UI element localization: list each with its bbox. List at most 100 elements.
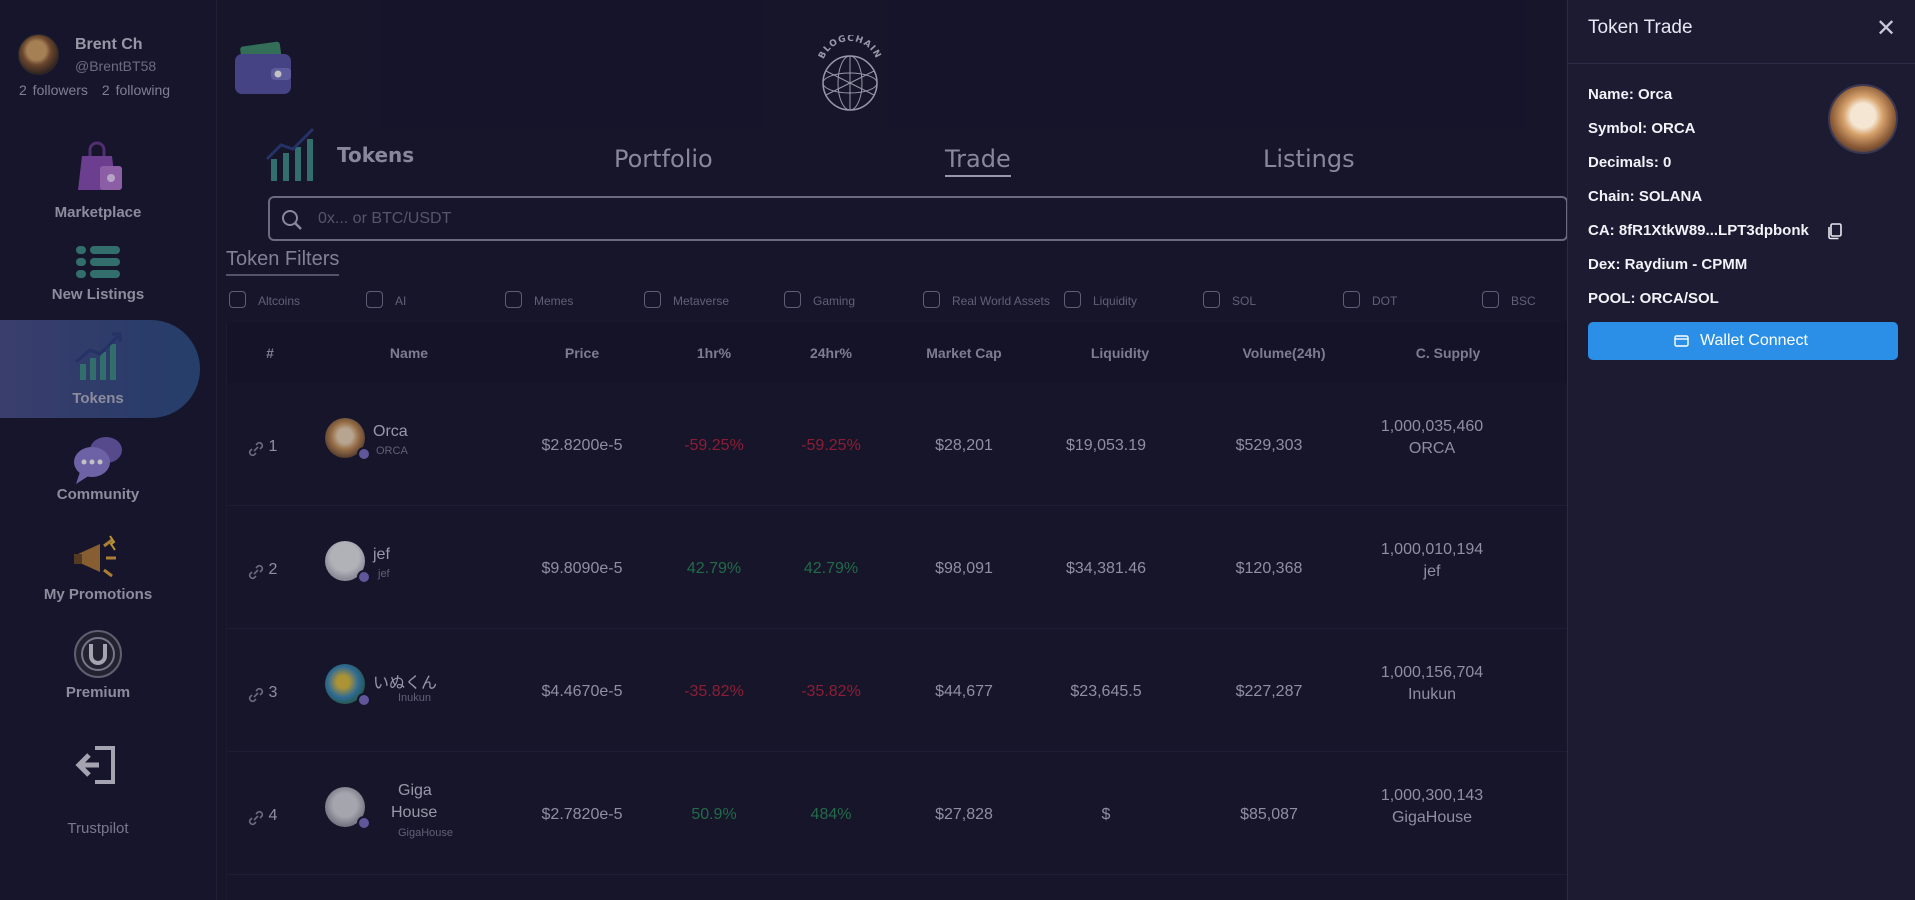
sidebar-item-community[interactable]: Community — [0, 432, 200, 524]
token-name[interactable]: Giga — [398, 782, 432, 800]
sidebar-item-premium[interactable]: Premium — [0, 628, 200, 720]
wallet-logo-icon[interactable] — [233, 40, 295, 96]
sidebar-item-label: My Promotions — [43, 586, 153, 603]
globe-logo-icon[interactable]: BLOGCHAIN — [810, 35, 890, 115]
column-header-name[interactable]: Name — [390, 345, 428, 361]
profile-name: Brent Ch — [75, 36, 143, 53]
change-1hr-cell: -35.82% — [684, 683, 744, 700]
sidebar: Brent Ch @BrentBT58 2 followers 2 followi… — [0, 0, 217, 900]
sidebar-item-label: Marketplace — [54, 204, 142, 221]
token-symbol-info: Symbol: ORCA — [1588, 120, 1696, 137]
column-header-rank[interactable]: # — [266, 345, 274, 361]
token-name[interactable]: jef — [373, 546, 390, 564]
tab-portfolio[interactable]: Portfolio — [614, 145, 713, 173]
checkbox[interactable] — [229, 291, 246, 308]
market-cap-cell: $44,677 — [935, 683, 993, 700]
liquidity-cell: $19,053.19 — [1065, 437, 1147, 454]
column-header-market-cap[interactable]: Market Cap — [926, 345, 1001, 361]
column-header-24hr[interactable]: 24hr% — [810, 345, 852, 361]
checkbox[interactable] — [1203, 291, 1220, 308]
chart-icon — [75, 332, 122, 380]
search-input[interactable] — [318, 204, 1518, 234]
checkbox[interactable] — [366, 291, 383, 308]
sidebar-item-my-promotions[interactable]: My Promotions — [0, 528, 200, 620]
token-symbol: GigaHouse — [398, 827, 454, 839]
checkbox[interactable] — [1343, 291, 1360, 308]
token-name-info: Name: Orca — [1588, 86, 1673, 103]
supply-cell: 1,000,156,704 Inukun — [1381, 662, 1483, 706]
avatar[interactable] — [18, 34, 59, 75]
column-header-volume[interactable]: Volume(24h) — [1243, 345, 1326, 361]
token-name[interactable]: Orca — [373, 423, 408, 441]
close-icon[interactable]: ✕ — [1871, 15, 1901, 45]
liquidity-cell: $34,381.46 — [1065, 560, 1147, 577]
rank-cell: 4 — [268, 807, 278, 824]
token-decimals-info: Decimals: 0 — [1588, 154, 1672, 171]
tab-trade[interactable]: Trade — [945, 145, 1011, 177]
filter-label: SOL — [1232, 294, 1257, 308]
token-name[interactable]: House — [391, 804, 437, 822]
filter-label: Real World Assets — [952, 294, 1050, 308]
panel-title: Token Trade — [1588, 17, 1693, 38]
sidebar-item-label: New Listings — [51, 286, 145, 303]
link-icon[interactable] — [247, 686, 265, 704]
column-header-1hr[interactable]: 1hr% — [697, 345, 731, 361]
tab-tokens[interactable]: Tokens — [337, 143, 414, 167]
search-bar[interactable] — [268, 196, 1568, 241]
market-cap-cell: $28,201 — [935, 437, 993, 454]
token-symbol: Inukun — [398, 692, 432, 704]
volume-cell: $120,368 — [1235, 560, 1303, 577]
link-icon[interactable] — [247, 563, 265, 581]
following-count[interactable]: 2 following — [102, 82, 170, 98]
copy-icon[interactable] — [1826, 222, 1844, 240]
supply-amount: 1,000,156,704 — [1380, 664, 1484, 681]
panel-header: Token Trade ✕ — [1568, 0, 1915, 64]
sidebar-item-trustpilot[interactable]: Trustpilot — [0, 742, 200, 837]
filter-label: Memes — [534, 294, 574, 308]
logout-icon — [75, 746, 115, 784]
filter-label: Altcoins — [258, 294, 301, 308]
token-symbol: ORCA — [376, 445, 408, 457]
wallet-connect-button[interactable]: Wallet Connect — [1588, 322, 1898, 360]
sidebar-item-tokens[interactable]: Tokens — [0, 320, 200, 418]
liquidity-cell: $ — [1101, 806, 1111, 823]
supply-cell: 1,000,300,143 GigaHouse — [1381, 785, 1483, 829]
wallet-icon — [1674, 335, 1689, 347]
market-cap-cell: $98,091 — [935, 560, 993, 577]
supply-unit: jef — [1423, 563, 1441, 580]
checkbox[interactable] — [1064, 291, 1081, 308]
solana-chain-icon — [357, 693, 371, 707]
filter-label: DOT — [1372, 294, 1398, 308]
supply-cell: 1,000,035,460 ORCA — [1381, 416, 1483, 460]
supply-amount: 1,000,010,194 — [1380, 541, 1484, 558]
column-header-supply[interactable]: C. Supply — [1416, 345, 1481, 361]
tab-listings[interactable]: Listings — [1263, 145, 1355, 173]
supply-unit: GigaHouse — [1391, 809, 1473, 826]
price-cell: $9.8090e-5 — [541, 560, 623, 577]
table-row[interactable]: 1 Orca ORCA $2.8200e-5 -59.25% -59.25% $… — [227, 383, 1567, 506]
column-header-liquidity[interactable]: Liquidity — [1091, 345, 1149, 361]
checkbox[interactable] — [923, 291, 940, 308]
volume-cell: $529,303 — [1235, 437, 1303, 454]
wallet-connect-label: Wallet Connect — [1700, 332, 1808, 349]
sidebar-item-label: Trustpilot — [67, 820, 129, 837]
sidebar-item-marketplace[interactable]: Marketplace — [0, 138, 200, 230]
link-icon[interactable] — [247, 440, 265, 458]
column-header-price[interactable]: Price — [565, 345, 599, 361]
chat-bubbles-icon — [74, 437, 122, 484]
link-icon[interactable] — [247, 809, 265, 827]
sidebar-item-label: Community — [56, 486, 140, 503]
table-row[interactable]: 2 jef jef $9.8090e-5 42.79% 42.79% $98,0… — [227, 506, 1567, 629]
table-row[interactable]: 4 Giga House GigaHouse $2.7820e-5 50.9% … — [227, 752, 1567, 875]
checkbox[interactable] — [644, 291, 661, 308]
list-icon — [76, 246, 120, 278]
solana-chain-icon — [357, 447, 371, 461]
checkbox[interactable] — [505, 291, 522, 308]
checkbox[interactable] — [1482, 291, 1499, 308]
checkbox[interactable] — [784, 291, 801, 308]
followers-count[interactable]: 2 followers — [19, 82, 88, 98]
rank-cell: 1 — [268, 438, 278, 455]
token-name[interactable]: いぬくん — [373, 669, 437, 693]
table-row[interactable]: 3 いぬくん Inukun $4.4670e-5 -35.82% -35.82%… — [227, 629, 1567, 752]
dex-info: Dex: Raydium - CPMM — [1588, 256, 1748, 273]
